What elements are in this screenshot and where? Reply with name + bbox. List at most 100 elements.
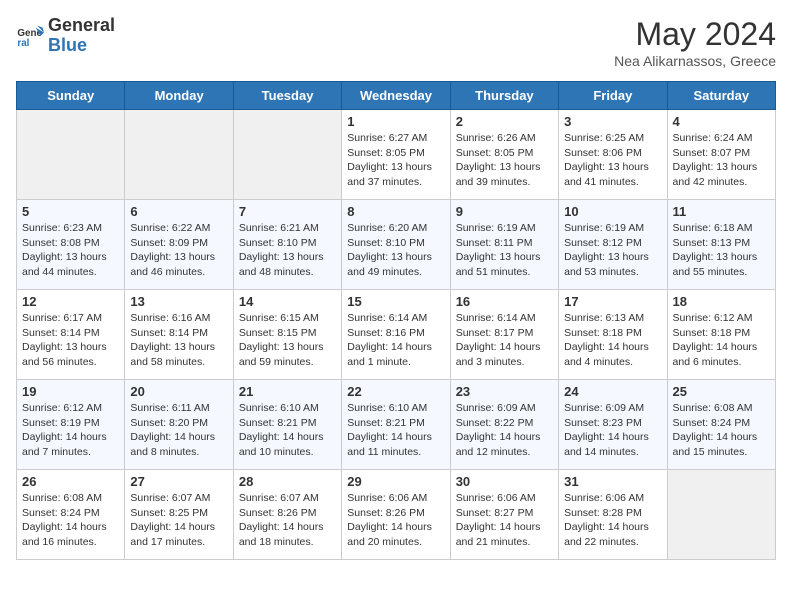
logo: Gene ral General Blue [16,16,115,56]
day-number: 29 [347,474,444,489]
week-row-1: 1 Sunrise: 6:27 AM Sunset: 8:05 PM Daylig… [17,110,776,200]
sun-info: Sunrise: 6:08 AM Sunset: 8:24 PM Dayligh… [22,491,119,550]
day-cell: 20 Sunrise: 6:11 AM Sunset: 8:20 PM Dayli… [125,380,233,470]
day-number: 28 [239,474,336,489]
day-number: 24 [564,384,661,399]
day-cell: 13 Sunrise: 6:16 AM Sunset: 8:14 PM Dayli… [125,290,233,380]
day-cell: 21 Sunrise: 6:10 AM Sunset: 8:21 PM Dayli… [233,380,341,470]
day-cell: 19 Sunrise: 6:12 AM Sunset: 8:19 PM Dayli… [17,380,125,470]
sun-info: Sunrise: 6:18 AM Sunset: 8:13 PM Dayligh… [673,221,770,280]
day-cell: 18Sunrise: 6:12 AM Sunset: 8:18 PM Dayli… [667,290,775,380]
day-number: 1 [347,114,444,129]
sun-info: Sunrise: 6:06 AM Sunset: 8:27 PM Dayligh… [456,491,553,550]
day-number: 3 [564,114,661,129]
day-number: 15 [347,294,444,309]
day-cell: 8 Sunrise: 6:20 AM Sunset: 8:10 PM Daylig… [342,200,450,290]
day-number: 13 [130,294,227,309]
day-number: 26 [22,474,119,489]
month-title: May 2024 [614,16,776,53]
sun-info: Sunrise: 6:26 AM Sunset: 8:05 PM Dayligh… [456,131,553,190]
day-cell: 30 Sunrise: 6:06 AM Sunset: 8:27 PM Dayli… [450,470,558,560]
day-number: 21 [239,384,336,399]
day-number: 10 [564,204,661,219]
day-number: 30 [456,474,553,489]
sun-info: Sunrise: 6:10 AM Sunset: 8:21 PM Dayligh… [239,401,336,460]
day-number: 22 [347,384,444,399]
day-number: 8 [347,204,444,219]
sun-info: Sunrise: 6:22 AM Sunset: 8:09 PM Dayligh… [130,221,227,280]
sun-info: Sunrise: 6:16 AM Sunset: 8:14 PM Dayligh… [130,311,227,370]
location-subtitle: Nea Alikarnassos, Greece [614,53,776,69]
day-number: 31 [564,474,661,489]
sun-info: Sunrise: 6:12 AM Sunset: 8:19 PM Dayligh… [22,401,119,460]
day-number: 14 [239,294,336,309]
svg-text:ral: ral [17,38,29,49]
day-cell: 22 Sunrise: 6:10 AM Sunset: 8:21 PM Dayli… [342,380,450,470]
sun-info: Sunrise: 6:25 AM Sunset: 8:06 PM Dayligh… [564,131,661,190]
day-cell: 10 Sunrise: 6:19 AM Sunset: 8:12 PM Dayli… [559,200,667,290]
day-number: 20 [130,384,227,399]
sun-info: Sunrise: 6:23 AM Sunset: 8:08 PM Dayligh… [22,221,119,280]
day-cell: 27Sunrise: 6:07 AM Sunset: 8:25 PM Dayli… [125,470,233,560]
week-row-4: 19 Sunrise: 6:12 AM Sunset: 8:19 PM Dayli… [17,380,776,470]
day-cell: 15 Sunrise: 6:14 AM Sunset: 8:16 PM Dayli… [342,290,450,380]
day-cell: 25 Sunrise: 6:08 AM Sunset: 8:24 PM Dayli… [667,380,775,470]
day-cell [125,110,233,200]
day-number: 23 [456,384,553,399]
day-number: 2 [456,114,553,129]
col-header-monday: Monday [125,82,233,110]
day-cell: 28 Sunrise: 6:07 AM Sunset: 8:26 PM Dayli… [233,470,341,560]
day-number: 17 [564,294,661,309]
day-cell: 16Sunrise: 6:14 AM Sunset: 8:17 PM Dayli… [450,290,558,380]
week-row-3: 12Sunrise: 6:17 AM Sunset: 8:14 PM Dayli… [17,290,776,380]
day-cell: 2 Sunrise: 6:26 AM Sunset: 8:05 PM Daylig… [450,110,558,200]
col-header-wednesday: Wednesday [342,82,450,110]
sun-info: Sunrise: 6:11 AM Sunset: 8:20 PM Dayligh… [130,401,227,460]
sun-info: Sunrise: 6:14 AM Sunset: 8:17 PM Dayligh… [456,311,553,370]
col-header-sunday: Sunday [17,82,125,110]
day-cell: 23 Sunrise: 6:09 AM Sunset: 8:22 PM Dayli… [450,380,558,470]
col-header-thursday: Thursday [450,82,558,110]
sun-info: Sunrise: 6:09 AM Sunset: 8:23 PM Dayligh… [564,401,661,460]
day-cell: 9 Sunrise: 6:19 AM Sunset: 8:11 PM Daylig… [450,200,558,290]
day-number: 9 [456,204,553,219]
sun-info: Sunrise: 6:19 AM Sunset: 8:12 PM Dayligh… [564,221,661,280]
sun-info: Sunrise: 6:06 AM Sunset: 8:26 PM Dayligh… [347,491,444,550]
col-header-friday: Friday [559,82,667,110]
day-cell: 26 Sunrise: 6:08 AM Sunset: 8:24 PM Dayli… [17,470,125,560]
day-cell: 7Sunrise: 6:21 AM Sunset: 8:10 PM Daylig… [233,200,341,290]
col-header-tuesday: Tuesday [233,82,341,110]
day-number: 25 [673,384,770,399]
day-cell: 12Sunrise: 6:17 AM Sunset: 8:14 PM Dayli… [17,290,125,380]
logo-icon: Gene ral [16,22,44,50]
logo-text-general: General [48,15,115,35]
sun-info: Sunrise: 6:27 AM Sunset: 8:05 PM Dayligh… [347,131,444,190]
day-number: 6 [130,204,227,219]
day-number: 12 [22,294,119,309]
day-number: 27 [130,474,227,489]
day-cell: 14 Sunrise: 6:15 AM Sunset: 8:15 PM Dayli… [233,290,341,380]
sun-info: Sunrise: 6:12 AM Sunset: 8:18 PM Dayligh… [673,311,770,370]
sun-info: Sunrise: 6:08 AM Sunset: 8:24 PM Dayligh… [673,401,770,460]
sun-info: Sunrise: 6:24 AM Sunset: 8:07 PM Dayligh… [673,131,770,190]
sun-info: Sunrise: 6:20 AM Sunset: 8:10 PM Dayligh… [347,221,444,280]
calendar-table: SundayMondayTuesdayWednesdayThursdayFrid… [16,81,776,560]
day-number: 5 [22,204,119,219]
logo-text-blue: Blue [48,35,87,55]
week-row-2: 5 Sunrise: 6:23 AM Sunset: 8:08 PM Daylig… [17,200,776,290]
day-cell [667,470,775,560]
sun-info: Sunrise: 6:09 AM Sunset: 8:22 PM Dayligh… [456,401,553,460]
sun-info: Sunrise: 6:15 AM Sunset: 8:15 PM Dayligh… [239,311,336,370]
day-cell [233,110,341,200]
day-cell: 5 Sunrise: 6:23 AM Sunset: 8:08 PM Daylig… [17,200,125,290]
title-block: May 2024 Nea Alikarnassos, Greece [614,16,776,69]
sun-info: Sunrise: 6:06 AM Sunset: 8:28 PM Dayligh… [564,491,661,550]
sun-info: Sunrise: 6:07 AM Sunset: 8:26 PM Dayligh… [239,491,336,550]
day-number: 11 [673,204,770,219]
sun-info: Sunrise: 6:19 AM Sunset: 8:11 PM Dayligh… [456,221,553,280]
sun-info: Sunrise: 6:10 AM Sunset: 8:21 PM Dayligh… [347,401,444,460]
day-number: 19 [22,384,119,399]
day-cell: 11 Sunrise: 6:18 AM Sunset: 8:13 PM Dayli… [667,200,775,290]
sun-info: Sunrise: 6:14 AM Sunset: 8:16 PM Dayligh… [347,311,444,370]
day-cell: 4Sunrise: 6:24 AM Sunset: 8:07 PM Daylig… [667,110,775,200]
